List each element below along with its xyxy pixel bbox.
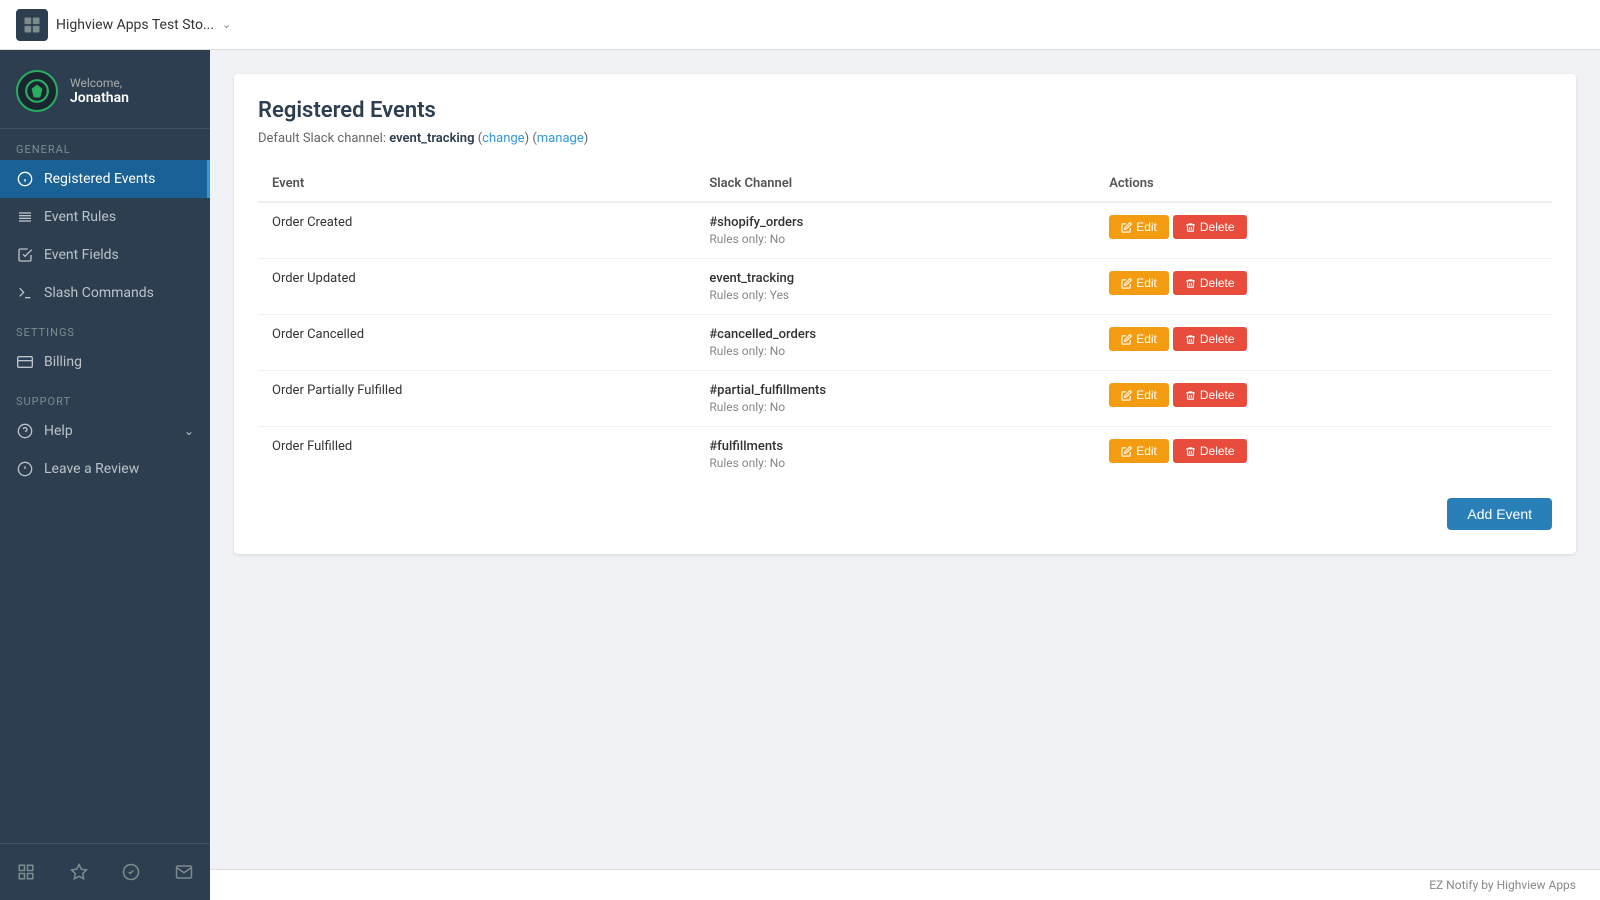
footer: EZ Notify by Highview Apps <box>210 869 1600 900</box>
add-event-row: Add Event <box>258 498 1552 530</box>
sidebar-item-label: Registered Events <box>44 171 155 187</box>
section-settings: SETTINGS <box>0 312 210 343</box>
section-general: GENERAL <box>0 129 210 160</box>
channel-info: #partial_fulfillments Rules only: No <box>695 371 1095 427</box>
add-event-button[interactable]: Add Event <box>1447 498 1552 530</box>
default-channel-prefix: Default Slack channel: <box>258 131 389 146</box>
page-card: Registered Events Default Slack channel:… <box>234 74 1576 554</box>
table-row: Order Updated event_tracking Rules only: Y… <box>258 259 1552 315</box>
channel-info: #fulfillments Rules only: No <box>695 427 1095 483</box>
sidebar-bottom-nav <box>0 843 210 900</box>
chevron-down-icon: ⌄ <box>184 424 194 438</box>
table-row: Order Cancelled #cancelled_orders Rules on… <box>258 315 1552 371</box>
edit-button[interactable]: Edit <box>1109 327 1169 351</box>
sidebar-item-registered-events[interactable]: Registered Events <box>0 160 210 198</box>
sidebar-item-event-rules[interactable]: Event Rules <box>0 198 210 236</box>
sidebar-item-label: Event Rules <box>44 209 116 225</box>
channel-name: #shopify_orders <box>709 215 1081 230</box>
store-avatar-icon <box>16 9 48 41</box>
table-row: Order Partially Fulfilled#partial_fulfil… <box>258 371 1552 427</box>
col-channel: Slack Channel <box>695 166 1095 202</box>
sidebar-item-event-fields[interactable]: Event Fields <box>0 236 210 274</box>
billing-icon <box>16 353 34 371</box>
user-avatar <box>16 70 58 112</box>
welcome-label: Welcome, <box>70 76 129 90</box>
sidebar: Welcome, Jonathan GENERAL Registered Eve… <box>0 50 210 900</box>
rules-only-label: Rules only: Yes <box>709 288 1081 302</box>
action-buttons: Edit Delete <box>1095 259 1552 315</box>
store-selector[interactable]: Highview Apps Test Sto... ⌄ <box>0 0 1600 50</box>
channel-info: event_tracking Rules only: Yes <box>695 259 1095 315</box>
footer-text: EZ Notify by Highview Apps <box>1429 878 1576 892</box>
event-name: Order Created <box>258 202 695 259</box>
review-icon <box>16 460 34 478</box>
bottom-rocket-icon[interactable] <box>113 854 149 890</box>
default-channel-info: Default Slack channel: event_tracking (c… <box>258 131 1552 146</box>
sidebar-item-help[interactable]: Help ⌄ <box>0 412 210 450</box>
event-name: Order Updated <box>258 259 695 315</box>
list-icon <box>16 208 34 226</box>
section-support: SUPPORT <box>0 381 210 412</box>
delete-button[interactable]: Delete <box>1173 383 1247 407</box>
action-buttons: Edit Delete <box>1095 315 1552 371</box>
sidebar-item-label: Leave a Review <box>44 461 139 477</box>
sidebar-item-leave-review[interactable]: Leave a Review <box>0 450 210 488</box>
sidebar-item-billing[interactable]: Billing <box>0 343 210 381</box>
sidebar-item-slash-commands[interactable]: Slash Commands <box>0 274 210 312</box>
default-channel-name: event_tracking <box>389 131 474 146</box>
channel-name: #fulfillments <box>709 439 1081 454</box>
delete-button[interactable]: Delete <box>1173 327 1247 351</box>
delete-button[interactable]: Delete <box>1173 215 1247 239</box>
event-name: Order Fulfilled <box>258 427 695 483</box>
check-icon <box>16 246 34 264</box>
channel-info: #cancelled_orders Rules only: No <box>695 315 1095 371</box>
channel-name: #partial_fulfillments <box>709 383 1081 398</box>
channel-info: #shopify_orders Rules only: No <box>695 202 1095 259</box>
sidebar-item-label: Billing <box>44 354 82 370</box>
bottom-grid-icon[interactable] <box>8 854 44 890</box>
events-table: Event Slack Channel Actions Order Create… <box>258 166 1552 482</box>
col-event: Event <box>258 166 695 202</box>
manage-link[interactable]: manage <box>537 131 584 146</box>
edit-button[interactable]: Edit <box>1109 215 1169 239</box>
delete-button[interactable]: Delete <box>1173 271 1247 295</box>
sidebar-item-label: Slash Commands <box>44 285 154 301</box>
col-actions: Actions <box>1095 166 1552 202</box>
action-buttons: Edit Delete <box>1095 427 1552 483</box>
change-link[interactable]: change <box>482 131 524 146</box>
rules-only-label: Rules only: No <box>709 344 1081 358</box>
edit-button[interactable]: Edit <box>1109 439 1169 463</box>
page-title: Registered Events <box>258 98 1552 123</box>
user-name: Jonathan <box>70 90 129 106</box>
help-icon <box>16 422 34 440</box>
event-name: Order Partially Fulfilled <box>258 371 695 427</box>
store-name: Highview Apps Test Sto... <box>56 17 214 33</box>
table-row: Order Created #shopify_orders Rules only: … <box>258 202 1552 259</box>
info-icon <box>16 170 34 188</box>
sidebar-item-label: Event Fields <box>44 247 119 263</box>
bottom-mail-icon[interactable] <box>166 854 202 890</box>
store-chevron-icon: ⌄ <box>222 18 231 31</box>
rules-only-label: Rules only: No <box>709 456 1081 470</box>
channel-name: #cancelled_orders <box>709 327 1081 342</box>
edit-button[interactable]: Edit <box>1109 383 1169 407</box>
bottom-star-icon[interactable] <box>61 854 97 890</box>
sidebar-item-label: Help <box>44 423 73 439</box>
rules-only-label: Rules only: No <box>709 232 1081 246</box>
channel-name: event_tracking <box>709 271 1081 286</box>
action-buttons: Edit Delete <box>1095 371 1552 427</box>
sidebar-user: Welcome, Jonathan <box>0 50 210 129</box>
user-text: Welcome, Jonathan <box>70 76 129 106</box>
edit-button[interactable]: Edit <box>1109 271 1169 295</box>
table-row: Order Fulfilled #fulfillments Rules only: … <box>258 427 1552 483</box>
action-buttons: Edit Delete <box>1095 202 1552 259</box>
main-content: Registered Events Default Slack channel:… <box>210 50 1600 900</box>
delete-button[interactable]: Delete <box>1173 439 1247 463</box>
top-header: EZ Notify Highview Apps Test Sto... ⌄ <box>0 0 1600 50</box>
event-name: Order Cancelled <box>258 315 695 371</box>
terminal-icon <box>16 284 34 302</box>
rules-only-label: Rules only: No <box>709 400 1081 414</box>
